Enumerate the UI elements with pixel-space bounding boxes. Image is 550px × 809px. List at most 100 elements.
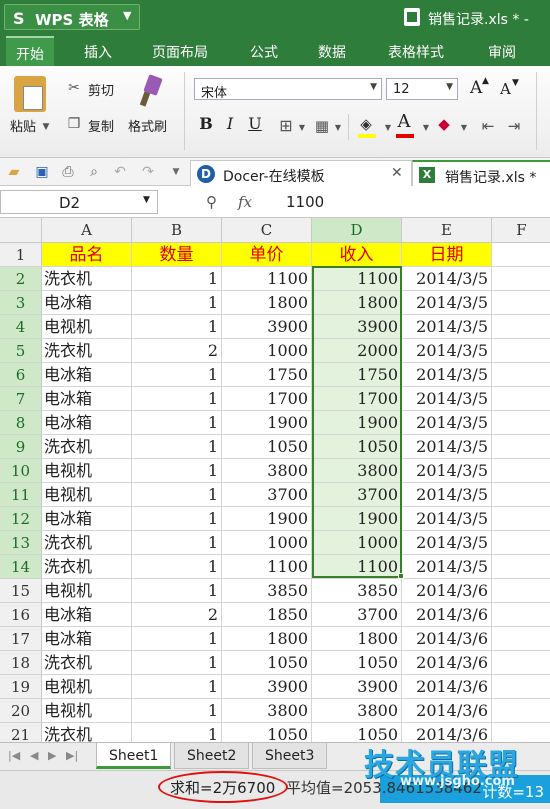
table-cell[interactable]: 1: [132, 363, 222, 387]
table-cell[interactable]: 洗衣机: [42, 339, 132, 363]
table-cell[interactable]: 3900: [222, 675, 312, 699]
table-cell[interactable]: 电冰箱: [42, 627, 132, 651]
borders-icon[interactable]: ⊞: [278, 118, 294, 134]
row-header[interactable]: 19: [0, 675, 42, 699]
row-header[interactable]: 3: [0, 291, 42, 315]
table-cell[interactable]: 洗衣机: [42, 555, 132, 579]
row-header[interactable]: 7: [0, 387, 42, 411]
table-cell[interactable]: [492, 627, 550, 651]
formula-input[interactable]: 1100: [286, 193, 324, 211]
table-cell[interactable]: 1: [132, 267, 222, 291]
row-header[interactable]: 4: [0, 315, 42, 339]
table-cell[interactable]: 电视机: [42, 579, 132, 603]
table-cell[interactable]: 3700: [312, 483, 402, 507]
zoom-search-icon[interactable]: ⚲: [206, 193, 217, 211]
table-cell[interactable]: [492, 531, 550, 555]
table-cell[interactable]: 1050: [312, 435, 402, 459]
table-cell[interactable]: 洗衣机: [42, 267, 132, 291]
table-cell[interactable]: 电视机: [42, 315, 132, 339]
grow-font-button[interactable]: A: [470, 78, 482, 98]
paste-button[interactable]: 粘贴: [10, 116, 36, 135]
row-header[interactable]: 2: [0, 267, 42, 291]
column-header-f[interactable]: F: [492, 218, 550, 243]
chevron-down-icon[interactable]: ▼: [418, 120, 434, 136]
table-cell[interactable]: 1900: [312, 411, 402, 435]
table-cell[interactable]: 洗衣机: [42, 723, 132, 742]
header-cell-col-e[interactable]: 日期: [402, 243, 492, 267]
spreadsheet-grid[interactable]: A B C D E F 1 品名 数量 单价 收入 日期 2 洗衣机 1 1100 1100 2014/3/5 3 电…: [0, 218, 550, 742]
copy-icon[interactable]: ❐: [66, 116, 82, 132]
menu-formulas[interactable]: 公式: [250, 42, 278, 62]
last-sheet-icon[interactable]: ▶|: [66, 749, 78, 762]
table-cell[interactable]: 1700: [312, 387, 402, 411]
sheet-tab-2[interactable]: Sheet2: [174, 743, 250, 769]
menu-data[interactable]: 数据: [318, 42, 346, 62]
table-cell[interactable]: 2: [132, 339, 222, 363]
table-cell[interactable]: 1050: [222, 651, 312, 675]
decrease-indent-icon[interactable]: ⇤: [480, 118, 496, 134]
print-preview-icon[interactable]: ⌕: [86, 164, 102, 180]
underline-button[interactable]: U: [246, 114, 264, 136]
table-cell[interactable]: 2014/3/6: [402, 579, 492, 603]
copy-button[interactable]: 复制: [88, 116, 114, 135]
row-header[interactable]: 11: [0, 483, 42, 507]
table-cell[interactable]: 3800: [312, 459, 402, 483]
table-cell[interactable]: 1750: [222, 363, 312, 387]
row-header[interactable]: 12: [0, 507, 42, 531]
print-icon[interactable]: ⎙: [60, 164, 76, 180]
table-cell[interactable]: [492, 339, 550, 363]
font-size-select[interactable]: 12 ▼: [386, 78, 458, 100]
menu-home[interactable]: 开始: [6, 36, 54, 66]
table-cell[interactable]: [492, 243, 550, 267]
row-header[interactable]: 8: [0, 411, 42, 435]
table-cell[interactable]: 3800: [312, 699, 402, 723]
header-cell-col-b[interactable]: 数量: [132, 243, 222, 267]
increase-indent-icon[interactable]: ⇥: [506, 118, 522, 134]
table-cell[interactable]: 2014/3/5: [402, 555, 492, 579]
column-header-d[interactable]: D: [312, 218, 402, 243]
table-cell[interactable]: 电冰箱: [42, 507, 132, 531]
table-cell[interactable]: 洗衣机: [42, 531, 132, 555]
redo-icon[interactable]: ↷: [140, 164, 156, 180]
table-cell[interactable]: [492, 651, 550, 675]
table-cell[interactable]: [492, 603, 550, 627]
select-all-corner[interactable]: [0, 218, 42, 243]
table-cell[interactable]: 电视机: [42, 699, 132, 723]
column-header-b[interactable]: B: [132, 218, 222, 243]
table-cell[interactable]: 3850: [222, 579, 312, 603]
table-cell[interactable]: 1: [132, 651, 222, 675]
table-cell[interactable]: 2014/3/5: [402, 531, 492, 555]
table-cell[interactable]: 3800: [222, 699, 312, 723]
row-header[interactable]: 18: [0, 651, 42, 675]
table-cell[interactable]: 电冰箱: [42, 411, 132, 435]
table-cell[interactable]: 1800: [312, 291, 402, 315]
first-sheet-icon[interactable]: |◀: [8, 749, 20, 762]
table-cell[interactable]: 2014/3/6: [402, 603, 492, 627]
table-cell[interactable]: 2014/3/6: [402, 675, 492, 699]
table-cell[interactable]: [492, 411, 550, 435]
row-header[interactable]: 10: [0, 459, 42, 483]
table-cell[interactable]: 1: [132, 579, 222, 603]
table-cell[interactable]: [492, 435, 550, 459]
font-name-select[interactable]: 宋体 ▼: [194, 78, 382, 101]
table-cell[interactable]: 2014/3/5: [402, 291, 492, 315]
table-cell[interactable]: 电冰箱: [42, 363, 132, 387]
header-cell-col-c[interactable]: 单价: [222, 243, 312, 267]
table-cell[interactable]: 3900: [312, 315, 402, 339]
table-cell[interactable]: 1: [132, 675, 222, 699]
menu-review[interactable]: 审阅: [488, 42, 516, 62]
table-cell[interactable]: [492, 507, 550, 531]
table-cell[interactable]: 电冰箱: [42, 387, 132, 411]
insert-function-icon[interactable]: fx: [238, 193, 252, 211]
tab-docer-templates[interactable]: D Docer-在线模板 ✕: [190, 160, 412, 186]
table-cell[interactable]: 1800: [312, 627, 402, 651]
table-cell[interactable]: 1100: [312, 555, 402, 579]
table-cell[interactable]: 1900: [312, 507, 402, 531]
header-cell-col-a[interactable]: 品名: [42, 243, 132, 267]
row-header[interactable]: 9: [0, 435, 42, 459]
table-cell[interactable]: 2014/3/6: [402, 699, 492, 723]
undo-icon[interactable]: ↶: [112, 164, 128, 180]
table-cell[interactable]: [492, 579, 550, 603]
table-cell[interactable]: [492, 483, 550, 507]
table-cell[interactable]: 2014/3/5: [402, 387, 492, 411]
